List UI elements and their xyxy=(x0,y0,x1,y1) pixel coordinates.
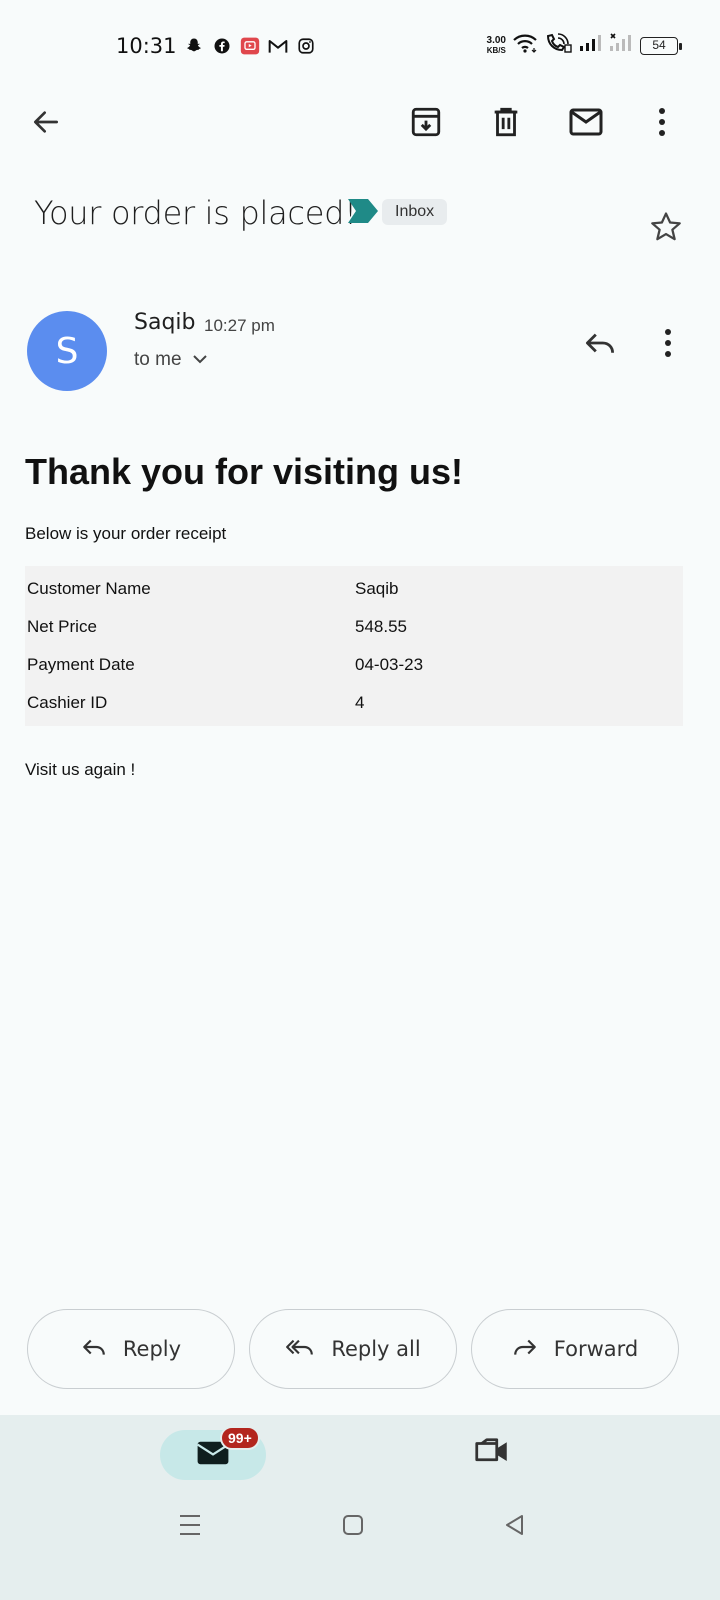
arrow-left-icon xyxy=(30,106,62,143)
receipt-value: 4 xyxy=(355,693,365,712)
email-subject: Your order is placed! xyxy=(34,194,357,232)
inbox-label-chip[interactable]: Inbox xyxy=(382,199,448,225)
body-heading: Thank you for visiting us! xyxy=(25,451,464,492)
more-options-button[interactable] xyxy=(638,100,686,148)
more-vert-icon xyxy=(663,328,673,363)
table-row: Payment Date 04-03-23 xyxy=(25,646,683,684)
receipt-key: Cashier ID xyxy=(27,693,108,712)
table-row: Cashier ID 4 xyxy=(25,684,683,722)
receipt-value: 548.55 xyxy=(355,617,407,636)
notification-icons xyxy=(184,36,316,56)
reply-all-icon xyxy=(285,1336,315,1363)
instagram-icon xyxy=(296,36,316,56)
forward-label: Forward xyxy=(553,1337,639,1361)
table-row: Net Price 548.55 xyxy=(25,608,683,646)
mail-icon xyxy=(568,106,604,143)
reply-icon xyxy=(81,1336,107,1363)
bottom-navigation xyxy=(0,1415,720,1600)
triangle-back-icon xyxy=(504,1515,526,1540)
star-button[interactable] xyxy=(642,205,690,253)
receipt-key: Customer Name xyxy=(27,579,151,598)
wifi-icon xyxy=(512,32,538,59)
reply-icon-button[interactable] xyxy=(576,321,624,369)
facebook-icon xyxy=(212,36,232,56)
home-button[interactable] xyxy=(342,1514,364,1541)
recent-apps-button[interactable] xyxy=(178,1514,202,1541)
network-speed-value: 3.00 xyxy=(486,34,506,46)
network-speed-unit: KB/S xyxy=(486,45,506,55)
gmail-icon xyxy=(268,36,288,56)
message-more-button[interactable] xyxy=(644,321,692,369)
reply-all-button[interactable]: Reply all xyxy=(249,1309,457,1389)
table-row: Customer Name Saqib xyxy=(25,570,683,608)
reply-icon xyxy=(583,329,617,362)
sender-avatar[interactable]: S xyxy=(27,311,107,391)
menu-lines-icon xyxy=(178,1515,202,1540)
recipient-label: to me xyxy=(134,349,182,370)
youtube-icon xyxy=(240,36,260,56)
wifi-calling-icon xyxy=(544,32,572,59)
system-status: 3.00 KB/S 54 xyxy=(486,32,682,59)
mark-unread-button[interactable] xyxy=(562,100,610,148)
signal-sim1-icon xyxy=(578,33,602,58)
email-time: 10:27 pm xyxy=(204,316,275,335)
forward-icon xyxy=(512,1336,538,1363)
forward-button[interactable]: Forward xyxy=(471,1309,679,1389)
network-speed: 3.00 KB/S xyxy=(486,34,506,56)
sender-name: Saqib xyxy=(134,310,196,335)
unread-count-badge: 99+ xyxy=(220,1426,260,1450)
reply-button[interactable]: Reply xyxy=(27,1309,235,1389)
delete-button[interactable] xyxy=(482,100,530,148)
star-icon xyxy=(649,210,683,249)
nav-meet-tab[interactable] xyxy=(474,1436,512,1471)
receipt-key: Net Price xyxy=(27,617,97,636)
video-camera-icon xyxy=(474,1438,512,1470)
body-closing: Visit us again ! xyxy=(25,760,136,779)
archive-icon xyxy=(409,105,443,144)
archive-button[interactable] xyxy=(402,100,450,148)
square-icon xyxy=(342,1515,364,1540)
receipt-value: 04-03-23 xyxy=(355,655,424,674)
trash-icon xyxy=(489,105,523,144)
body-intro: Below is your order receipt xyxy=(25,524,227,543)
battery-indicator: 54 xyxy=(640,36,682,55)
more-vert-icon xyxy=(657,107,667,142)
recipient-toggle[interactable]: to me xyxy=(134,349,208,371)
chevron-down-icon xyxy=(192,349,208,371)
receipt-key: Payment Date xyxy=(27,655,135,674)
snapchat-icon xyxy=(184,36,204,56)
reply-all-label: Reply all xyxy=(331,1337,421,1361)
receipt-value: Saqib xyxy=(355,579,399,598)
receipt-table: Customer Name Saqib Net Price 548.55 Pay… xyxy=(25,566,683,726)
back-button[interactable] xyxy=(22,100,70,148)
status-time: 10:31 xyxy=(116,34,177,58)
system-back-button[interactable] xyxy=(504,1514,526,1541)
important-marker-icon[interactable] xyxy=(348,199,378,228)
reply-label: Reply xyxy=(122,1337,182,1361)
signal-sim2-icon xyxy=(608,32,634,59)
